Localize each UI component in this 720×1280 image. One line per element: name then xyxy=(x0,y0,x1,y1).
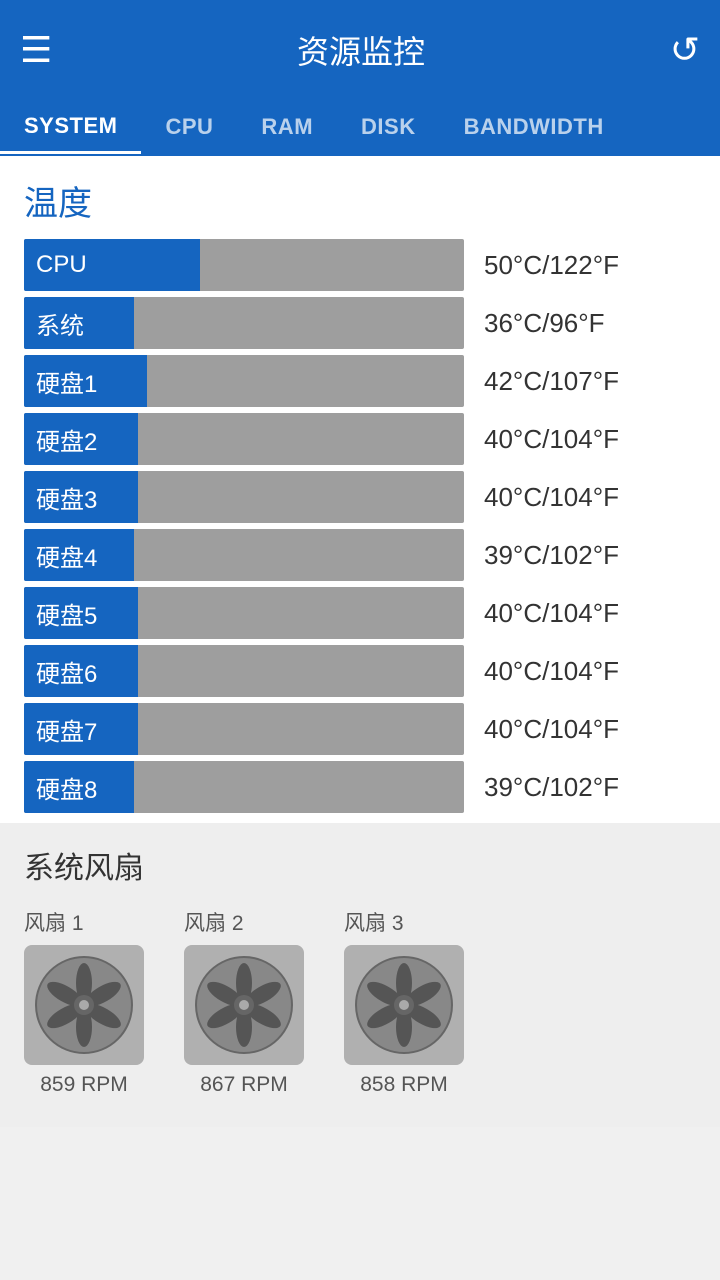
fan-label: 风扇 1 xyxy=(24,907,84,937)
temp-bar-container: 硬盘6 xyxy=(24,645,464,697)
temp-bar-label: 硬盘1 xyxy=(36,364,97,399)
main-content: 温度 CPU 50°C/122°F 系统 36°C/96°F 硬盘1 42°C/… xyxy=(0,156,720,1127)
temp-bar-container: 硬盘8 xyxy=(24,761,464,813)
temp-value: 50°C/122°F xyxy=(484,250,696,281)
temp-bar-fill: 硬盘3 xyxy=(24,471,138,523)
temp-row: 硬盘2 40°C/104°F xyxy=(0,413,720,465)
fan-label: 风扇 3 xyxy=(344,907,404,937)
temp-row: 硬盘6 40°C/104°F xyxy=(0,645,720,697)
temp-bar-container: 硬盘3 xyxy=(24,471,464,523)
temp-bar-label: 硬盘2 xyxy=(36,422,97,457)
fan-rpm: 859 RPM xyxy=(40,1073,128,1097)
temp-row: 硬盘4 39°C/102°F xyxy=(0,529,720,581)
temp-value: 40°C/104°F xyxy=(484,424,696,455)
temp-value: 42°C/107°F xyxy=(484,366,696,397)
temp-bar-container: 系统 xyxy=(24,297,464,349)
menu-icon[interactable]: ☰ xyxy=(20,29,52,71)
temp-bar-fill: CPU xyxy=(24,239,200,291)
fan-item: 风扇 2 867 RPM xyxy=(184,907,304,1097)
temp-row: 硬盘8 39°C/102°F xyxy=(0,761,720,813)
temp-row: 硬盘5 40°C/104°F xyxy=(0,587,720,639)
tab-bandwidth[interactable]: BANDWIDTH xyxy=(440,100,628,154)
temp-bar-fill: 硬盘5 xyxy=(24,587,138,639)
temp-value: 40°C/104°F xyxy=(484,656,696,687)
fan-rpm: 858 RPM xyxy=(360,1073,448,1097)
temp-bar-fill: 硬盘7 xyxy=(24,703,138,755)
app-header: ☰ 资源监控 ↺ xyxy=(0,0,720,100)
temp-value: 39°C/102°F xyxy=(484,540,696,571)
tab-ram[interactable]: RAM xyxy=(237,100,337,154)
temp-row: 硬盘3 40°C/104°F xyxy=(0,471,720,523)
temp-bar-label: 硬盘8 xyxy=(36,770,97,805)
fan-row: 风扇 1 859 RPM 风扇 2 xyxy=(24,907,696,1097)
temp-bar-container: 硬盘4 xyxy=(24,529,464,581)
temp-row: CPU 50°C/122°F xyxy=(0,239,720,291)
temp-bar-label: 硬盘6 xyxy=(36,654,97,689)
fan-item: 风扇 3 858 RPM xyxy=(344,907,464,1097)
temp-bar-label: 硬盘5 xyxy=(36,596,97,631)
temp-bar-fill: 硬盘4 xyxy=(24,529,134,581)
temperature-rows: CPU 50°C/122°F 系统 36°C/96°F 硬盘1 42°C/107… xyxy=(0,239,720,813)
fan-section-title: 系统风扇 xyxy=(24,843,696,887)
fan-item: 风扇 1 859 RPM xyxy=(24,907,144,1097)
temp-value: 39°C/102°F xyxy=(484,772,696,803)
temp-bar-fill: 硬盘2 xyxy=(24,413,138,465)
temp-bar-label: 硬盘7 xyxy=(36,712,97,747)
fan-section: 系统风扇 风扇 1 859 RPM 风扇 2 xyxy=(0,823,720,1127)
fan-icon xyxy=(344,945,464,1065)
tab-bar: SYSTEM CPU RAM DISK BANDWIDTH xyxy=(0,100,720,156)
temp-bar-container: 硬盘7 xyxy=(24,703,464,755)
fan-icon xyxy=(24,945,144,1065)
tab-disk[interactable]: DISK xyxy=(337,100,440,154)
temp-row: 硬盘1 42°C/107°F xyxy=(0,355,720,407)
temp-value: 40°C/104°F xyxy=(484,598,696,629)
temp-bar-fill: 系统 xyxy=(24,297,134,349)
fan-rpm: 867 RPM xyxy=(200,1073,288,1097)
temp-bar-fill: 硬盘1 xyxy=(24,355,147,407)
temp-bar-label: 硬盘3 xyxy=(36,480,97,515)
temp-row: 硬盘7 40°C/104°F xyxy=(0,703,720,755)
tab-cpu[interactable]: CPU xyxy=(141,100,237,154)
tab-system[interactable]: SYSTEM xyxy=(0,100,141,154)
app-title: 资源监控 xyxy=(297,27,425,73)
temp-value: 36°C/96°F xyxy=(484,308,696,339)
temp-bar-label: 系统 xyxy=(36,306,84,341)
temp-bar-container: 硬盘5 xyxy=(24,587,464,639)
temp-bar-fill: 硬盘8 xyxy=(24,761,134,813)
temp-value: 40°C/104°F xyxy=(484,714,696,745)
refresh-icon[interactable]: ↺ xyxy=(670,29,700,71)
fan-icon xyxy=(184,945,304,1065)
temp-row: 系统 36°C/96°F xyxy=(0,297,720,349)
temp-bar-container: 硬盘2 xyxy=(24,413,464,465)
temperature-section-title: 温度 xyxy=(0,156,720,239)
temp-bar-label: 硬盘4 xyxy=(36,538,97,573)
temp-value: 40°C/104°F xyxy=(484,482,696,513)
temp-bar-container: CPU xyxy=(24,239,464,291)
fan-label: 风扇 2 xyxy=(184,907,244,937)
temp-bar-container: 硬盘1 xyxy=(24,355,464,407)
temp-bar-label: CPU xyxy=(36,251,87,279)
temp-bar-fill: 硬盘6 xyxy=(24,645,138,697)
